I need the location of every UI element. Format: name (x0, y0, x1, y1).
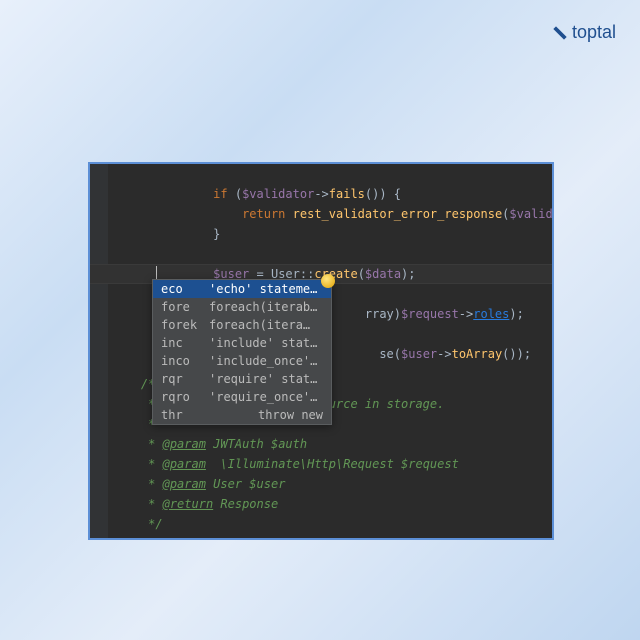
autocomplete-desc: 'echo' statement (209, 280, 323, 298)
doc-line: * (108, 414, 155, 434)
autocomplete-item[interactable]: forek foreach(itera… (153, 316, 331, 334)
autocomplete-desc: throw new (209, 406, 323, 424)
autocomplete-desc: 'require_once'… (209, 388, 323, 406)
autocomplete-abbr: inc (161, 334, 209, 352)
autocomplete-item[interactable]: eco 'echo' statement (153, 280, 331, 298)
autocomplete-abbr: rqro (161, 388, 209, 406)
autocomplete-item[interactable]: rqro 'require_once'… (153, 388, 331, 406)
autocomplete-abbr: thr (161, 406, 209, 424)
doc-line: */ (108, 514, 163, 534)
intention-bulb-icon[interactable] (321, 274, 335, 288)
doc-line: * @param JWTAuth $auth (108, 434, 307, 454)
code-editor-window: if ($validator->fails()) { return rest_v… (88, 162, 554, 540)
autocomplete-desc: 'require' state… (209, 370, 323, 388)
editor-gutter (90, 164, 108, 538)
autocomplete-desc: foreach(iterab… (209, 298, 323, 316)
autocomplete-desc: 'include_once'… (209, 352, 323, 370)
autocomplete-popup[interactable]: eco 'echo' statement fore foreach(iterab… (152, 279, 332, 425)
autocomplete-desc: 'include' state… (209, 334, 323, 352)
autocomplete-abbr: rqr (161, 370, 209, 388)
autocomplete-abbr: inco (161, 352, 209, 370)
autocomplete-item[interactable]: inco 'include_once'… (153, 352, 331, 370)
autocomplete-abbr: eco (161, 280, 209, 298)
doc-line: * @param \Illuminate\Http\Request $reque… (108, 454, 459, 474)
autocomplete-item[interactable]: rqr 'require' state… (153, 370, 331, 388)
autocomplete-item[interactable]: inc 'include' state… (153, 334, 331, 352)
brand-logo: toptal (552, 22, 616, 43)
autocomplete-abbr: fore (161, 298, 209, 316)
doc-line: * @param User $user (108, 474, 285, 494)
autocomplete-desc: foreach(itera… (209, 316, 323, 334)
autocomplete-item[interactable]: fore foreach(iterab… (153, 298, 331, 316)
brand-name: toptal (572, 22, 616, 43)
autocomplete-item[interactable]: thr throw new (153, 406, 331, 424)
doc-line: * @return Response (108, 494, 278, 514)
code-editor[interactable]: if ($validator->fails()) { return rest_v… (90, 164, 552, 538)
autocomplete-abbr: forek (161, 316, 209, 334)
toptal-mark-icon (552, 25, 568, 41)
